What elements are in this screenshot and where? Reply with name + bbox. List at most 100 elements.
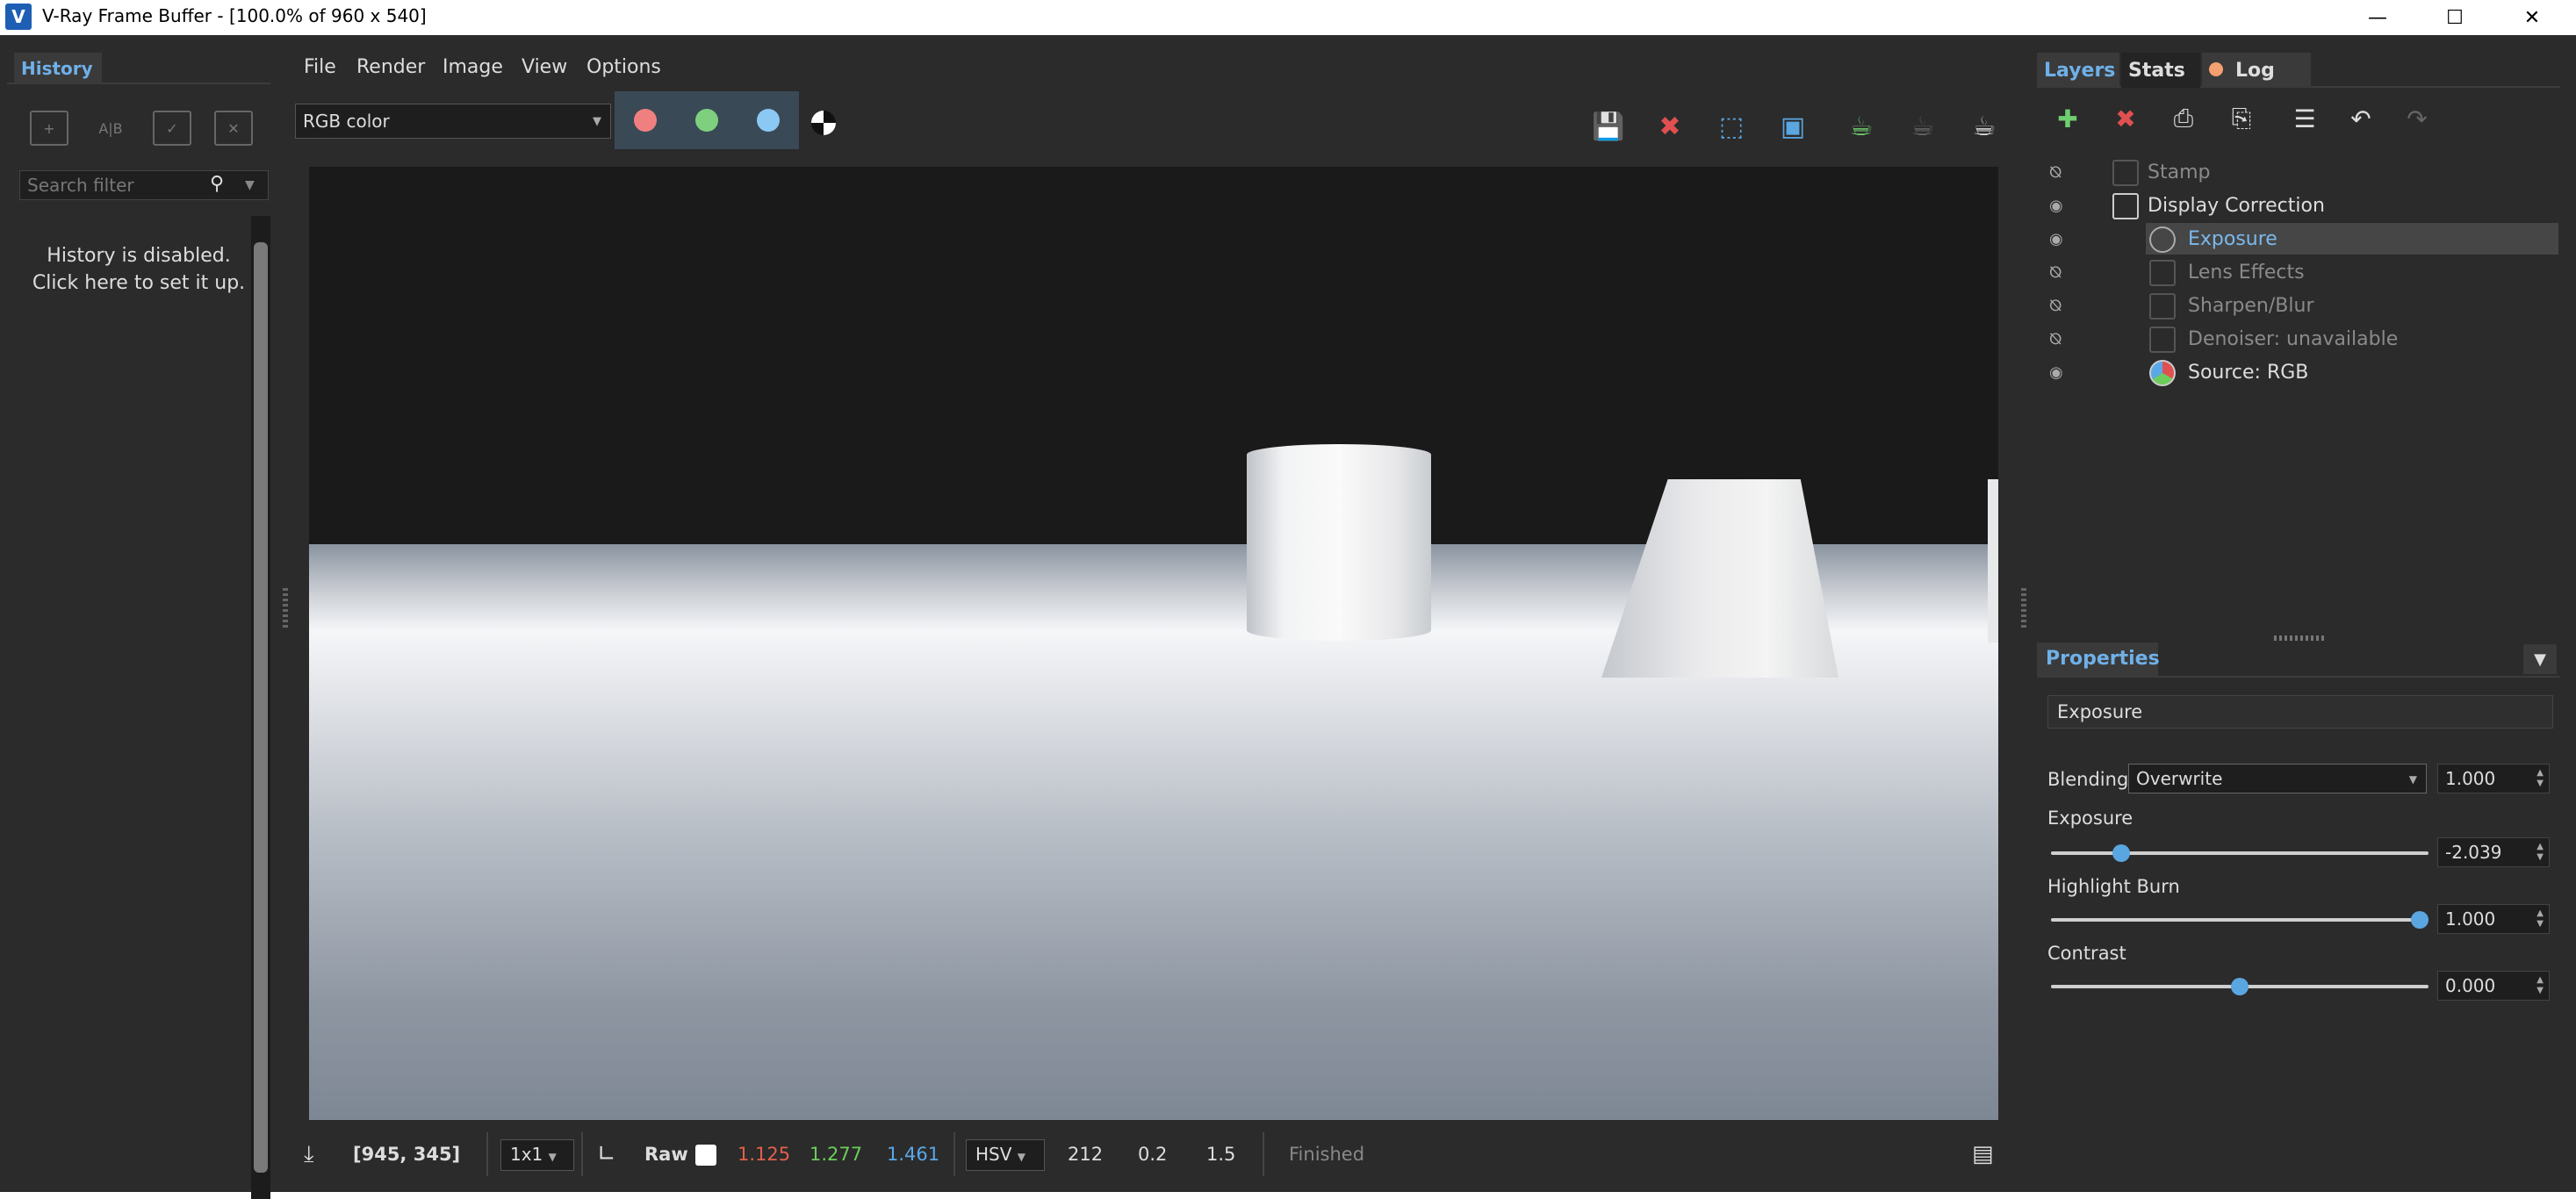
redo-icon[interactable]: ↷	[2397, 98, 2437, 139]
track-mouse-icon[interactable]: ▣	[1774, 107, 1812, 146]
spinner-icon[interactable]: ▲ ▼	[2536, 842, 2544, 863]
menu-options[interactable]: Options	[586, 56, 661, 78]
stamp-icon	[2112, 160, 2139, 186]
visibility-on-icon[interactable]: ◉	[2049, 197, 2063, 215]
tab-log-label: Log	[2235, 60, 2275, 82]
chevron-down-icon[interactable]: ▼	[245, 178, 255, 192]
value-value: 1.5	[1206, 1144, 1236, 1165]
render-icon[interactable]: ☕	[1965, 107, 2004, 146]
history-load-icon[interactable]: ✓	[153, 111, 191, 146]
spinner-icon[interactable]: ▲ ▼	[2536, 908, 2544, 930]
tab-properties[interactable]: Properties	[2037, 643, 2160, 678]
contrast-slider-knob[interactable]	[2231, 978, 2249, 995]
save-layer-tree-icon[interactable]: ⎙	[2163, 98, 2204, 139]
maximize-button[interactable]: ☐	[2427, 0, 2483, 35]
channel-select[interactable]: RGB color ▼	[295, 104, 611, 139]
layer-tree: ⦰ Stamp ◉ Display Correction ◉ Exposure …	[2037, 156, 2560, 595]
render-viewport[interactable]	[309, 167, 1998, 1120]
exposure-slider-knob[interactable]	[2112, 844, 2130, 862]
visibility-on-icon[interactable]: ◉	[2049, 363, 2063, 382]
layer-label: Stamp	[2148, 162, 2211, 183]
layer-name-field[interactable]: Exposure	[2047, 695, 2553, 729]
stop-render-icon[interactable]: ☕	[1903, 107, 1942, 146]
properties-menu-icon[interactable]: ▼	[2523, 644, 2557, 674]
undo-icon[interactable]: ↶	[2341, 98, 2381, 139]
scrollbar-thumb[interactable]	[254, 242, 268, 1173]
history-message-line2: Click here to set it up.	[32, 272, 246, 294]
history-save-icon[interactable]: +	[30, 111, 68, 146]
spinner-icon[interactable]: ▲ ▼	[2536, 768, 2544, 789]
close-button[interactable]: ✕	[2504, 0, 2560, 35]
menu-image[interactable]: Image	[443, 56, 503, 78]
visibility-off-icon[interactable]: ⦰	[2049, 297, 2062, 315]
highlight-burn-slider-knob[interactable]	[2411, 911, 2428, 929]
search-filter-input[interactable]: Search filter ⚲ ▼	[19, 170, 269, 200]
load-layer-tree-icon[interactable]: ⎘	[2221, 98, 2262, 139]
tab-layers[interactable]: Layers	[2037, 53, 2119, 88]
exposure-value: -2.039	[2445, 842, 2502, 863]
rendered-cone	[1601, 479, 1838, 678]
tab-history[interactable]: History	[14, 53, 102, 84]
window-title: V-Ray Frame Buffer - [100.0% of 960 x 54…	[42, 5, 427, 26]
layer-row-display-correction[interactable]: ◉ Display Correction	[2037, 190, 2560, 223]
tab-stats[interactable]: Stats	[2121, 53, 2200, 88]
contrast-slider[interactable]	[2051, 978, 2428, 995]
history-remove-icon[interactable]: ✕	[214, 111, 253, 146]
delete-layer-icon[interactable]: ✖	[2105, 98, 2146, 139]
layer-row-stamp[interactable]: ⦰ Stamp	[2037, 156, 2560, 190]
layer-list-menu-icon[interactable]: ☰	[2285, 98, 2325, 139]
exposure-field[interactable]: -2.039 ▲ ▼	[2437, 837, 2550, 867]
blending-label: Blending	[2047, 769, 2129, 790]
visibility-off-icon[interactable]: ⦰	[2049, 163, 2062, 182]
left-splitter-handle[interactable]	[283, 588, 288, 628]
layer-row-sharpen-blur[interactable]: ⦰ Sharpen/Blur	[2037, 290, 2560, 323]
zoom-select[interactable]: 1x1 ▼	[500, 1139, 574, 1171]
visibility-on-icon[interactable]: ◉	[2049, 230, 2063, 248]
divider	[486, 1132, 488, 1176]
visibility-off-icon[interactable]: ⦰	[2049, 263, 2062, 282]
add-layer-icon[interactable]: ✚	[2047, 98, 2088, 139]
history-disabled-message[interactable]: History is disabled. Click here to set i…	[25, 242, 253, 297]
highlight-burn-slider[interactable]	[2051, 911, 2428, 929]
layer-row-denoiser[interactable]: ⦰ Denoiser: unavailable	[2037, 323, 2560, 356]
contrast-field[interactable]: 0.000 ▲ ▼	[2437, 971, 2550, 1001]
menu-render[interactable]: Render	[356, 56, 425, 78]
clear-image-icon[interactable]: ✖	[1651, 107, 1689, 146]
spinner-icon[interactable]: ▲ ▼	[2536, 975, 2544, 996]
save-image-icon[interactable]: 💾	[1589, 107, 1628, 146]
ab-compare-icon[interactable]: A|B	[91, 111, 130, 146]
visibility-off-icon[interactable]: ⦰	[2049, 330, 2062, 348]
history-scrollbar[interactable]	[251, 216, 270, 1199]
right-splitter-handle[interactable]	[2021, 588, 2026, 628]
history-tabbar: History	[7, 49, 270, 84]
green-channel-button[interactable]	[676, 91, 738, 149]
tab-log[interactable]: Log	[2202, 53, 2311, 88]
console-icon[interactable]: ▤	[1972, 1141, 1994, 1167]
search-icon[interactable]: ⚲	[210, 173, 224, 195]
alpha-channel-button[interactable]	[811, 111, 836, 135]
color-space-select[interactable]: HSV ▼	[966, 1139, 1045, 1171]
rgb-source-icon	[2149, 360, 2176, 386]
color-corrections-icon[interactable]: ∟	[597, 1141, 616, 1167]
raw-checkbox[interactable]	[695, 1145, 716, 1166]
menu-view[interactable]: View	[522, 56, 567, 78]
start-interactive-render-icon[interactable]: ☕	[1842, 107, 1881, 146]
exposure-slider[interactable]	[2051, 844, 2428, 862]
minimize-button[interactable]: —	[2349, 0, 2406, 35]
red-channel-button[interactable]	[615, 91, 676, 149]
blending-mode-select[interactable]: Overwrite ▼	[2128, 764, 2427, 793]
region-render-icon[interactable]: ⬚	[1712, 107, 1751, 146]
exposure-icon	[2149, 226, 2176, 253]
blue-value: 1.461	[887, 1144, 940, 1165]
layer-row-exposure[interactable]: ◉ Exposure	[2037, 223, 2560, 256]
divider	[581, 1132, 583, 1176]
highlight-burn-field[interactable]: 1.000 ▲ ▼	[2437, 904, 2550, 934]
layer-row-source-rgb[interactable]: ◉ Source: RGB	[2037, 356, 2560, 390]
layer-row-lens-effects[interactable]: ⦰ Lens Effects	[2037, 256, 2560, 290]
blending-amount-field[interactable]: 1.000 ▲ ▼	[2437, 764, 2550, 793]
layer-label: Exposure	[2188, 228, 2277, 250]
channel-select-value: RGB color	[303, 111, 390, 132]
lock-pixel-icon[interactable]: ⤓	[304, 1141, 314, 1167]
blue-channel-button[interactable]	[738, 91, 799, 149]
menu-file[interactable]: File	[304, 56, 336, 78]
